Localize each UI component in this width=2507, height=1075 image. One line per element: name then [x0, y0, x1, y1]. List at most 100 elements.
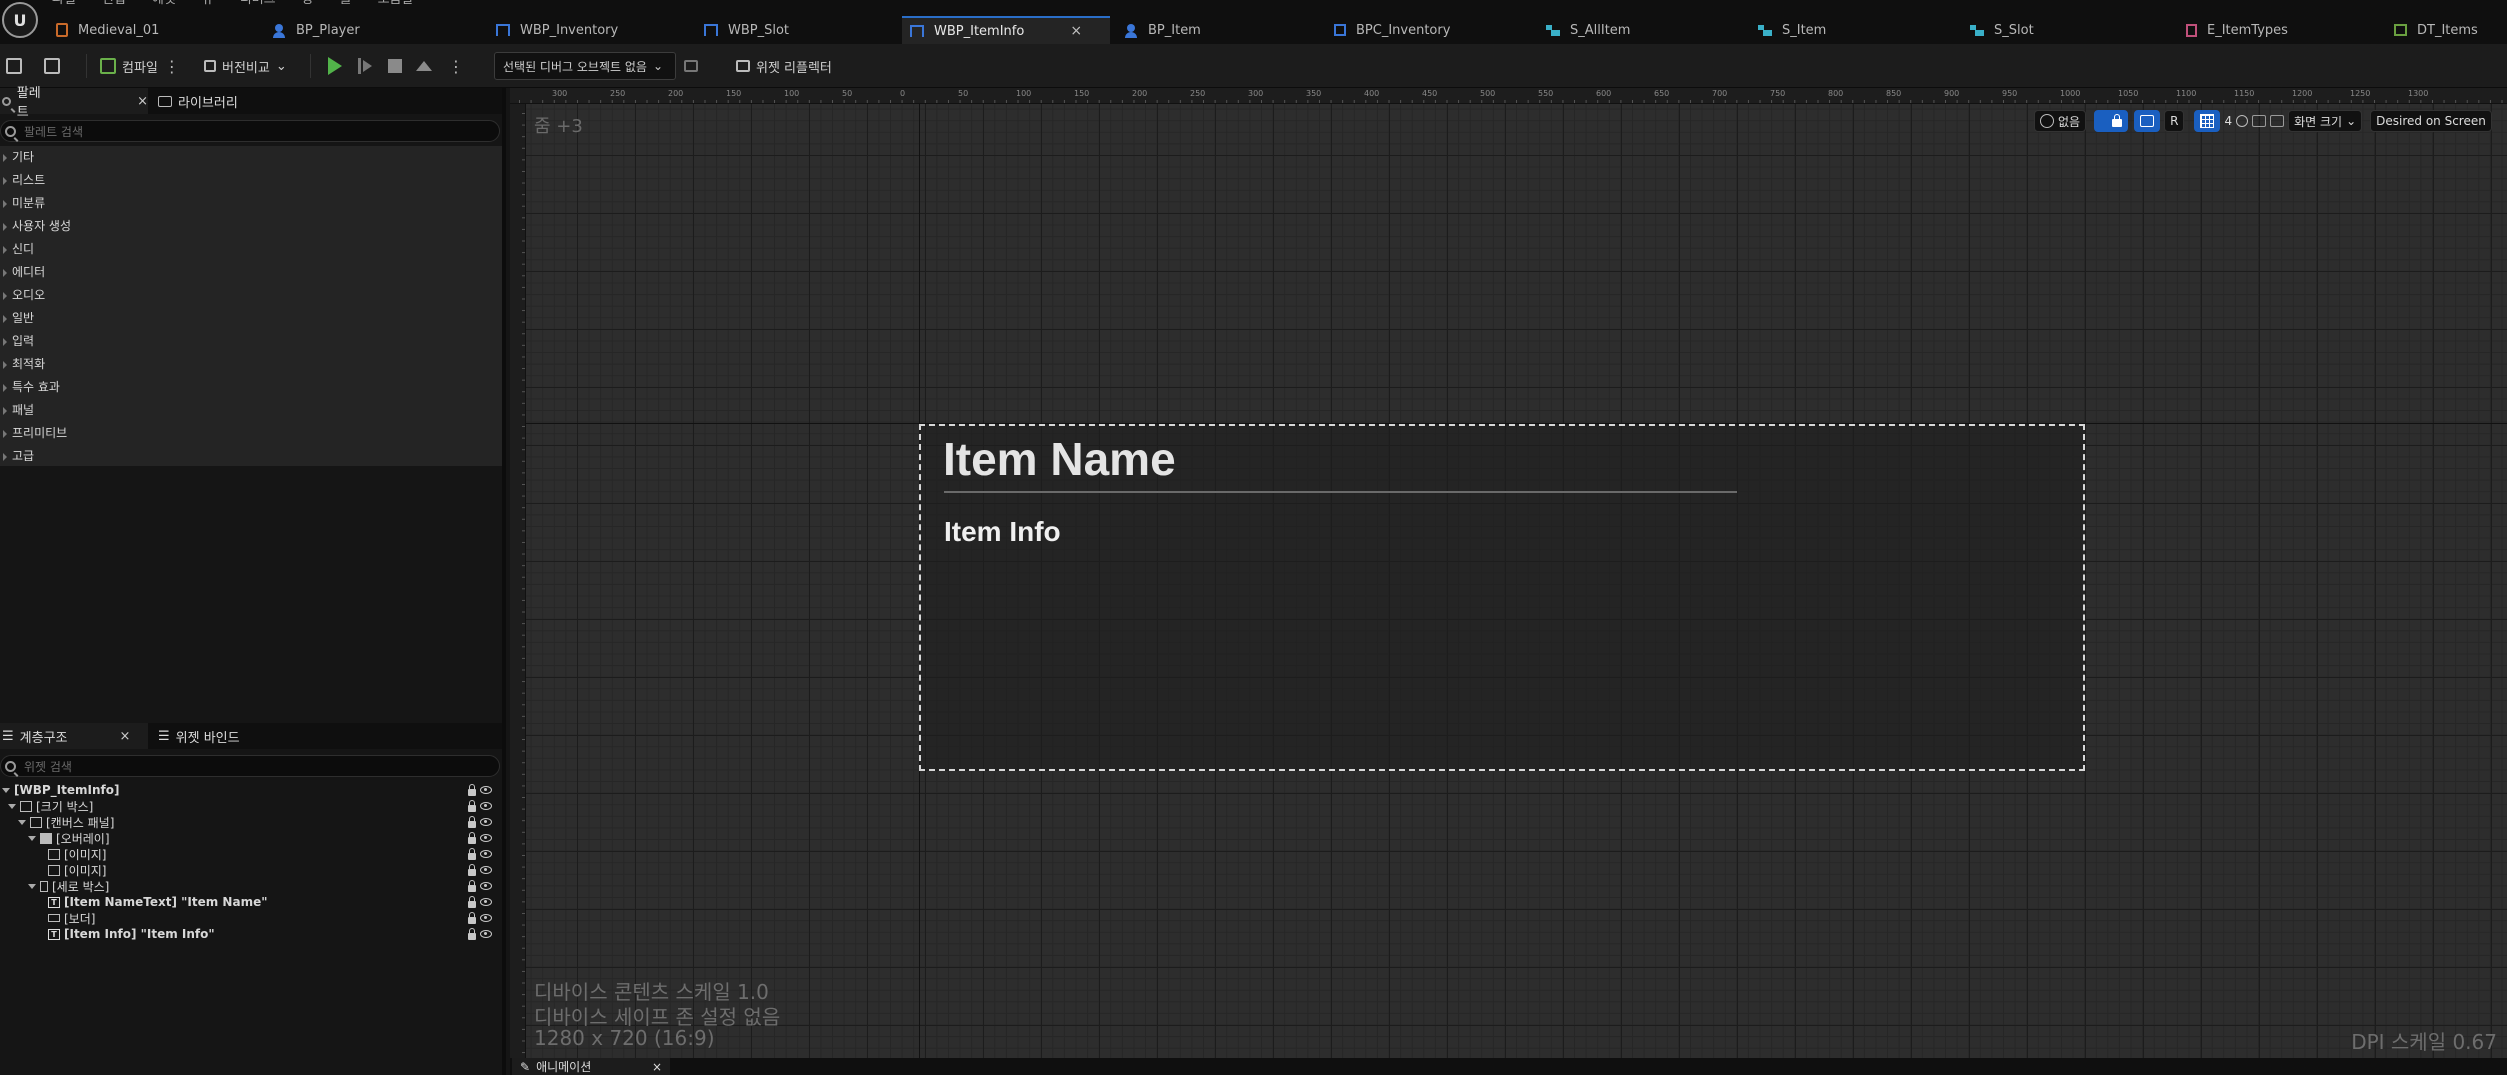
menu-help[interactable]: 도움말 [378, 0, 414, 10]
tab-wbp-inventory[interactable]: WBP_Inventory [488, 16, 696, 44]
lock-icon[interactable] [468, 831, 476, 844]
tree-row-border[interactable]: [보더] [48, 910, 95, 926]
menu-window[interactable]: 창 [302, 0, 314, 10]
tree-row-overlay[interactable]: [오버레이] [28, 830, 110, 846]
play-button[interactable] [328, 52, 342, 80]
tab-dt-items[interactable]: DT_Items [2386, 16, 2506, 44]
close-icon[interactable]: × [137, 94, 148, 109]
screen-size-dropdown[interactable]: 화면 크기 ⌄ [2288, 110, 2363, 132]
menu-tools[interactable]: 툴 [340, 0, 352, 10]
diff-button[interactable]: 버전비교 ⌄ [204, 52, 287, 80]
tab-medieval-01[interactable]: Medieval_01 [48, 16, 256, 44]
tree-row-root[interactable]: [WBP_ItemInfo] [2, 782, 119, 798]
background-icon[interactable] [2252, 115, 2267, 127]
expand-arrow-icon[interactable] [8, 803, 16, 809]
tab-bp-player[interactable]: BP_Player [264, 16, 472, 44]
tab-bpc-inventory[interactable]: BPC_Inventory [1326, 16, 1534, 44]
tree-row-item-info[interactable]: T [Item Info] "Item Info" [48, 926, 215, 942]
measure-icon[interactable] [2270, 115, 2285, 127]
lock-toggle[interactable] [2094, 110, 2129, 132]
tree-row-canvas[interactable]: [캔버스 패널] [18, 814, 114, 830]
lock-icon[interactable] [468, 879, 476, 892]
palette-category[interactable]: 특수 효과 [0, 376, 502, 399]
more-options-icon[interactable]: ⋮ [164, 57, 180, 76]
tab-s-allitem[interactable]: S_AllItem [1538, 16, 1746, 44]
lock-icon[interactable] [468, 847, 476, 860]
compile-button[interactable]: 컴파일 ⋮ [100, 52, 180, 80]
palette-category[interactable]: 사용자 생성 [0, 215, 502, 238]
grid-snap-value[interactable]: 4 [2224, 114, 2232, 128]
designer-canvas[interactable]: 300 250 200 150 100 50 0 50 100 150 200 250 300 350 40… [510, 88, 2507, 1058]
widget-preview[interactable]: Item Name Item Info [919, 424, 2085, 771]
eye-icon[interactable] [480, 898, 492, 906]
lock-icon[interactable] [468, 895, 476, 908]
browse-button[interactable] [44, 52, 60, 80]
expand-arrow-icon[interactable] [28, 835, 36, 841]
expand-arrow-icon[interactable] [28, 883, 36, 889]
debug-object-select[interactable]: 선택된 디버그 오브젝트 없음 ⌄ [494, 52, 676, 80]
outline-toggle[interactable] [2134, 110, 2161, 132]
widget-reflector-button[interactable]: 위젯 리플렉터 [736, 52, 832, 80]
palette-category[interactable]: 패널 [0, 399, 502, 422]
palette-category[interactable]: 기타 [0, 146, 502, 169]
tab-wbp-iteminfo[interactable]: WBP_ItemInfo × [902, 16, 1110, 44]
save-button[interactable] [6, 52, 22, 80]
menu-edit[interactable]: 편집 [102, 0, 126, 10]
localization-button[interactable]: 없음 [2034, 110, 2087, 132]
palette-search-input[interactable]: 팔레트 검색 [0, 120, 500, 142]
palette-category[interactable]: 신디 [0, 238, 502, 261]
tab-s-slot[interactable]: S_Slot [1962, 16, 2170, 44]
tree-row-image[interactable]: [이미지] [48, 846, 106, 862]
lock-icon[interactable] [468, 783, 476, 796]
lock-icon[interactable] [468, 911, 476, 924]
tab-library[interactable]: 라이브러리 [156, 88, 296, 114]
tab-widget-bindings[interactable]: ☰ 위젯 바인드 [156, 723, 296, 749]
debug-browse-button[interactable] [684, 52, 698, 80]
lock-icon[interactable] [468, 863, 476, 876]
palette-category[interactable]: 고급 [0, 445, 502, 468]
tree-row-item-name-text[interactable]: T [Item NameText] "Item Name" [48, 894, 267, 910]
palette-category[interactable]: 최적화 [0, 353, 502, 376]
eye-icon[interactable] [480, 914, 492, 922]
tab-bp-item[interactable]: BP_Item [1116, 16, 1324, 44]
unreal-logo-icon[interactable]: U [2, 2, 38, 38]
palette-category[interactable]: 일반 [0, 307, 502, 330]
menu-file[interactable]: 파일 [52, 0, 76, 10]
eye-icon[interactable] [480, 930, 492, 938]
tree-row-sizebox[interactable]: [크기 박스] [8, 798, 93, 814]
tab-palette[interactable]: 팔레트 × [0, 86, 148, 120]
border-divider[interactable] [944, 491, 1737, 493]
fill-mode-dropdown[interactable]: Desired on Screen [2370, 110, 2492, 132]
eject-button[interactable] [416, 52, 432, 80]
lock-icon[interactable] [468, 927, 476, 940]
tab-s-item[interactable]: S_Item [1750, 16, 1958, 44]
play-options-button[interactable]: ⋮ [448, 52, 464, 80]
localize-preview-icon[interactable] [2236, 115, 2249, 127]
eye-icon[interactable] [480, 818, 492, 826]
tree-row-vertical-box[interactable]: [세로 박스] [28, 878, 109, 894]
eye-icon[interactable] [480, 850, 492, 858]
expand-arrow-icon[interactable] [18, 819, 26, 825]
palette-category[interactable]: 미분류 [0, 192, 502, 215]
palette-category[interactable]: 입력 [0, 330, 502, 353]
tree-row-image[interactable]: [이미지] [48, 862, 106, 878]
lock-icon[interactable] [468, 799, 476, 812]
palette-category[interactable]: 리스트 [0, 169, 502, 192]
tab-wbp-slot[interactable]: WBP_Slot [696, 16, 904, 44]
eye-icon[interactable] [480, 882, 492, 890]
lock-icon[interactable] [468, 815, 476, 828]
grid-snap-toggle[interactable] [2194, 110, 2221, 132]
item-name-text[interactable]: Item Name [943, 432, 1176, 486]
close-icon[interactable]: × [120, 729, 131, 744]
expand-arrow-icon[interactable] [2, 787, 10, 793]
eye-icon[interactable] [480, 866, 492, 874]
tab-e-itemtypes[interactable]: E_ItemTypes [2178, 16, 2386, 44]
eye-icon[interactable] [480, 786, 492, 794]
respect-locks-toggle[interactable]: R [2164, 110, 2185, 132]
widget-search-input[interactable]: 위젯 검색 [0, 755, 500, 777]
menu-view[interactable]: 뷰 [202, 0, 214, 10]
menu-asset[interactable]: 에셋 [152, 0, 176, 10]
tab-animation[interactable]: ✎ 애니메이션 × [512, 1058, 670, 1075]
palette-category[interactable]: 에디터 [0, 261, 502, 284]
menu-debug[interactable]: 디버그 [240, 0, 276, 10]
